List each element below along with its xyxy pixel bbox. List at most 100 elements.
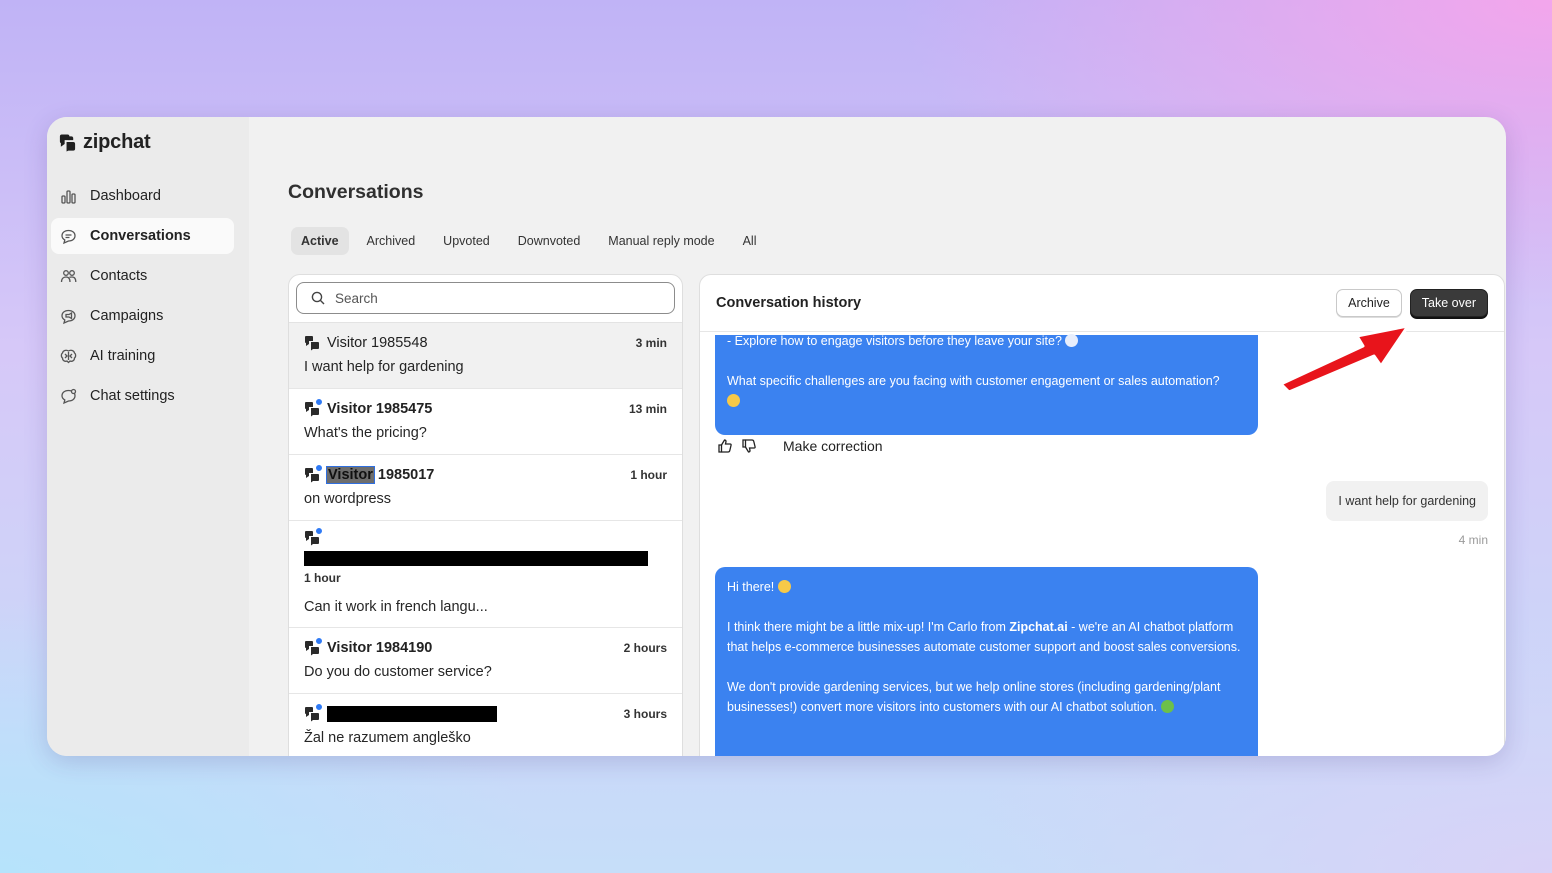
message-paragraph: I think there might be a little mix-up! … <box>727 617 1246 657</box>
history-title: Conversation history <box>716 295 862 311</box>
conversation-preview: What's the pricing? <box>304 425 427 441</box>
sidebar-item-contacts[interactable]: Contacts <box>51 258 234 294</box>
redacted-name <box>304 551 667 571</box>
conversation-preview: on wordpress <box>304 491 392 507</box>
sidebar-item-dashboard[interactable]: Dashboard <box>51 178 234 214</box>
user-message-bubble: I want help for gardening <box>1326 481 1488 521</box>
sidebar-item-chat-settings[interactable]: Chat settings <box>51 378 234 414</box>
sidebar-item-label: Chat settings <box>90 388 175 404</box>
list-item[interactable]: Visitor 1984190 2 hours Do you do custom… <box>289 628 682 694</box>
sidebar-item-conversations[interactable]: Conversations <box>51 218 234 254</box>
logo[interactable]: zipchat <box>58 131 151 154</box>
message-text: - Explore how to engage visitors before … <box>727 334 1062 348</box>
conversation-name: Visitor 1985017 <box>326 466 623 484</box>
message-text: We don't provide gardening services, but… <box>727 680 1221 714</box>
tab-active[interactable]: Active <box>291 227 349 255</box>
message-feedback: Make correction <box>717 438 883 454</box>
conversation-preview: I want help for gardening <box>304 359 464 375</box>
message-text: Hi there! <box>727 580 775 594</box>
brain-icon <box>60 348 77 365</box>
conversation-name: Visitor 1985548 <box>327 335 428 351</box>
page-title: Conversations <box>288 181 424 203</box>
conversation-time: 3 min <box>635 336 667 350</box>
unread-dot <box>315 703 323 711</box>
list-item[interactable]: 1 hour Can it work in french langu... <box>289 521 682 628</box>
tab-downvoted[interactable]: Downvoted <box>508 227 591 255</box>
seedling-emoji-icon <box>1160 700 1174 713</box>
tab-manual-reply-mode[interactable]: Manual reply mode <box>598 227 724 255</box>
take-over-button[interactable]: Take over <box>1409 289 1488 317</box>
conversation-list-panel: Visitor 1985548 3 min I want help for ga… <box>288 274 683 756</box>
visitor-chat-icon <box>304 637 323 656</box>
speech-bubble-emoji-icon <box>1065 334 1079 347</box>
visitor-chat-icon <box>304 703 323 722</box>
message-paragraph: We don't provide gardening services, but… <box>727 677 1246 717</box>
sidebar-item-campaigns[interactable]: Campaigns <box>51 298 234 334</box>
main-content: Conversations Active Archived Upvoted Do… <box>249 117 1506 756</box>
list-item[interactable]: Visitor 1985017 1 hour on wordpress <box>289 455 682 521</box>
visitor-chat-icon <box>304 398 323 417</box>
megaphone-bubble-icon <box>60 308 77 325</box>
ai-message-bubble: - Explore how to engage visitors before … <box>715 334 1258 435</box>
sidebar-item-label: Conversations <box>90 228 191 244</box>
visitor-chat-icon <box>304 527 323 546</box>
thumbs-up-icon[interactable] <box>717 438 733 454</box>
message-text: What specific challenges are you facing … <box>727 374 1220 388</box>
sidebar: zipchat Dashboard Conversations Contacts <box>47 117 249 756</box>
smiling-face-emoji-icon <box>777 580 791 593</box>
brand-name: Zipchat.ai <box>1009 620 1068 634</box>
tab-upvoted[interactable]: Upvoted <box>433 227 500 255</box>
sidebar-nav: Dashboard Conversations Contacts Campaig… <box>47 178 249 418</box>
search-highlight: Visitor <box>326 466 375 484</box>
sidebar-item-label: Campaigns <box>90 308 164 324</box>
sidebar-item-ai-training[interactable]: AI training <box>51 338 234 374</box>
tab-archived[interactable]: Archived <box>357 227 426 255</box>
chat-gear-icon <box>60 388 77 405</box>
thinking-face-emoji-icon <box>727 394 740 407</box>
conversation-name: Visitor 1985475 <box>327 401 433 417</box>
conversation-preview: Do you do customer service? <box>304 664 492 680</box>
visitor-chat-icon <box>304 335 320 351</box>
bar-chart-icon <box>60 188 77 205</box>
zipchat-logo-icon <box>59 133 76 152</box>
search-box <box>296 282 675 314</box>
message-text: I want help for gardening <box>1338 494 1476 508</box>
app-window: zipchat Dashboard Conversations Contacts <box>47 117 1506 756</box>
conversation-preview: Žal ne razumem angleško <box>304 730 471 746</box>
conversation-name-rest: 1985017 <box>373 467 435 483</box>
message-time: 4 min <box>1458 533 1488 547</box>
sidebar-item-label: Contacts <box>90 268 148 284</box>
conversation-time: 1 hour <box>630 468 667 482</box>
sidebar-item-label: Dashboard <box>90 188 161 204</box>
visitor-chat-icon <box>304 464 323 483</box>
conversation-time: 2 hours <box>623 641 667 655</box>
red-arrow-annotation-icon <box>1279 324 1410 394</box>
unread-dot <box>315 527 323 535</box>
archive-button[interactable]: Archive <box>1336 289 1402 317</box>
chat-bubble-icon <box>60 228 77 245</box>
conversation-preview: Can it work in french langu... <box>304 599 488 615</box>
list-item[interactable]: Visitor 1985548 3 min I want help for ga… <box>289 323 682 389</box>
list-item[interactable]: 3 hours Žal ne razumem angleško <box>289 694 682 756</box>
search-icon <box>311 291 325 305</box>
logo-text: zipchat <box>83 131 151 153</box>
make-correction-link[interactable]: Make correction <box>783 438 883 454</box>
list-item[interactable]: Visitor 1985475 13 min What's the pricin… <box>289 389 682 455</box>
unread-dot <box>315 637 323 645</box>
conversation-tabs: Active Archived Upvoted Downvoted Manual… <box>291 227 771 255</box>
unread-dot <box>315 398 323 406</box>
unread-dot <box>315 464 323 472</box>
message-text: I think there might be a little mix-up! … <box>727 620 1010 634</box>
sidebar-item-label: AI training <box>90 348 156 364</box>
conversation-time: 3 hours <box>623 707 667 721</box>
thumbs-down-icon[interactable] <box>741 438 757 454</box>
search-input[interactable] <box>335 290 635 306</box>
conversation-list: Visitor 1985548 3 min I want help for ga… <box>289 322 682 756</box>
conversation-name: Visitor 1984190 <box>327 640 433 656</box>
conversation-time: 13 min <box>628 402 667 416</box>
ai-message-bubble: Hi there! I think there might be a littl… <box>715 567 1258 756</box>
tab-all[interactable]: All <box>733 227 767 255</box>
redacted-name <box>327 705 617 723</box>
conversation-time: 1 hour <box>304 571 341 585</box>
people-icon <box>60 268 77 285</box>
